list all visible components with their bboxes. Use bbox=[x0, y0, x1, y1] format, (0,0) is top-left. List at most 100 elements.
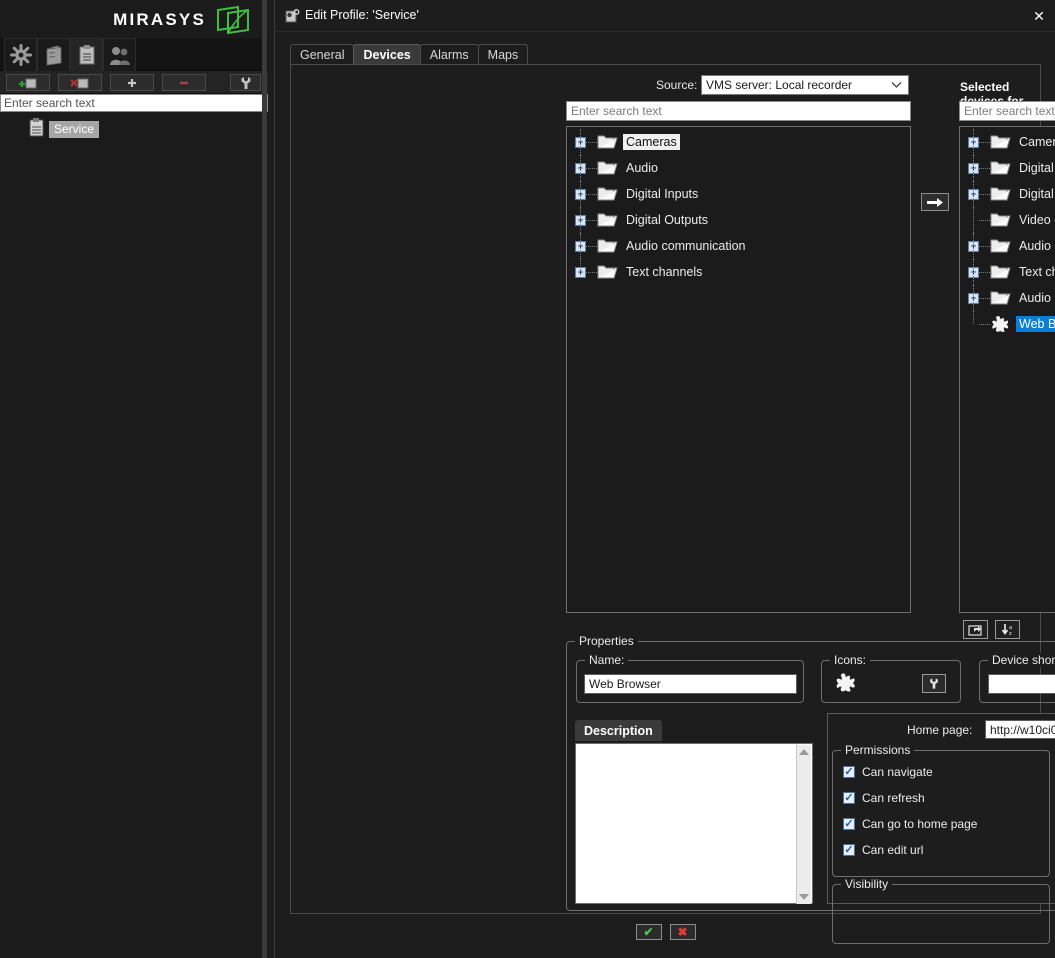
cross-icon: ✖ bbox=[677, 926, 687, 938]
tree-item-label: Cameras bbox=[1016, 134, 1055, 150]
profiles-icon-button[interactable] bbox=[70, 38, 103, 71]
folder-icon bbox=[990, 160, 1012, 176]
source-dropdown[interactable]: VMS server: Local recorder bbox=[701, 75, 909, 95]
minus-button[interactable] bbox=[162, 74, 206, 91]
properties-group: Properties Name: Web Browser Icons: bbox=[566, 641, 1055, 911]
device-shortcut-input[interactable] bbox=[988, 674, 1055, 694]
checkbox-checked-icon[interactable]: ✓ bbox=[843, 792, 855, 804]
tools-button[interactable] bbox=[230, 74, 261, 91]
tree-item-label: Text channels bbox=[623, 264, 705, 280]
tree-item[interactable]: + Audio communication bbox=[960, 285, 1055, 311]
tree-item[interactable]: + Cameras bbox=[567, 129, 910, 155]
tree-item[interactable]: + Digital outputs bbox=[960, 181, 1055, 207]
plus-icon bbox=[123, 77, 141, 89]
tree-item-label: Audio communication bbox=[1016, 290, 1055, 306]
scroll-up-icon[interactable] bbox=[799, 749, 809, 755]
tree-item[interactable]: Video outputs bbox=[960, 207, 1055, 233]
scroll-down-icon[interactable] bbox=[799, 894, 809, 900]
tree-item-label: Cameras bbox=[623, 134, 680, 150]
permission-can-edit-url[interactable]: ✓ Can edit url bbox=[843, 843, 923, 857]
permission-can-go-home[interactable]: ✓ Can go to home page bbox=[843, 817, 977, 831]
available-devices-tree[interactable]: + Cameras + Audio bbox=[566, 126, 911, 613]
add-profile-button[interactable] bbox=[6, 74, 50, 91]
tree-item[interactable]: + Text channels bbox=[960, 259, 1055, 285]
sidebar-search-input[interactable]: Enter search text bbox=[0, 94, 268, 112]
source-label: Source: bbox=[656, 78, 697, 92]
choose-icon-button[interactable] bbox=[922, 674, 946, 693]
tree-item[interactable]: + Audio bbox=[567, 155, 910, 181]
folder-icon bbox=[990, 134, 1012, 150]
sidebar-scrollbar[interactable] bbox=[262, 0, 267, 958]
selected-devices-tree[interactable]: + Cameras + Digital inputs bbox=[959, 126, 1055, 613]
name-group: Name: Web Browser bbox=[576, 660, 804, 703]
icons-group: Icons: bbox=[821, 660, 961, 703]
tree-item[interactable]: + Text channels bbox=[567, 259, 910, 285]
selected-devices-search-input[interactable]: Enter search text bbox=[959, 101, 1055, 121]
puzzle-icon bbox=[834, 672, 858, 696]
checkbox-checked-icon[interactable]: ✓ bbox=[843, 844, 855, 856]
permission-label: Can refresh bbox=[862, 791, 925, 805]
device-shortcut-legend: Device shortcut: bbox=[988, 653, 1055, 667]
dialog-title: Edit Profile: 'Service' bbox=[305, 8, 419, 22]
folder-icon bbox=[597, 186, 619, 202]
permission-can-navigate[interactable]: ✓ Can navigate bbox=[843, 765, 933, 779]
tab-devices[interactable]: Devices bbox=[353, 44, 420, 65]
name-input[interactable]: Web Browser bbox=[584, 674, 797, 694]
permission-label: Can navigate bbox=[862, 765, 933, 779]
delete-profile-icon bbox=[69, 76, 91, 89]
plus-button[interactable] bbox=[110, 74, 154, 91]
tree-item[interactable]: + Cameras bbox=[960, 129, 1055, 155]
folder-icon bbox=[597, 264, 619, 280]
folder-icon bbox=[597, 160, 619, 176]
tree-item-label: Digital outputs bbox=[1016, 186, 1055, 202]
sort-az-button[interactable]: a z bbox=[995, 620, 1020, 639]
brand-bar: MIRASYS bbox=[0, 0, 268, 38]
tree-item-label: Web Browser bbox=[1016, 316, 1055, 332]
tree-item-web-browser[interactable]: Web Browser bbox=[960, 311, 1055, 337]
capture-icon bbox=[968, 623, 983, 636]
tree-item[interactable]: + Digital Outputs bbox=[567, 207, 910, 233]
sub-toolbar bbox=[0, 71, 268, 94]
tree-item-label: Audio communication bbox=[623, 238, 749, 254]
main-toolbar bbox=[0, 38, 268, 71]
edit-profile-dialog: Edit Profile: 'Service' ✕ General Device… bbox=[274, 0, 1055, 958]
folder-icon bbox=[597, 212, 619, 228]
description-scrollbar[interactable] bbox=[796, 745, 811, 904]
settings-icon-button[interactable] bbox=[4, 38, 37, 71]
users-icon-button[interactable] bbox=[103, 38, 136, 71]
home-page-label: Home page: bbox=[907, 723, 972, 737]
ok-button[interactable]: ✔ bbox=[636, 924, 662, 940]
available-devices-search-input[interactable]: Enter search text bbox=[566, 101, 911, 121]
tree-item[interactable]: + Digital inputs bbox=[960, 155, 1055, 181]
checkbox-checked-icon[interactable]: ✓ bbox=[843, 766, 855, 778]
cancel-button[interactable]: ✖ bbox=[670, 924, 696, 940]
tree-item[interactable]: + Audio channels bbox=[960, 233, 1055, 259]
description-textarea[interactable] bbox=[575, 743, 813, 904]
tab-description[interactable]: Description bbox=[575, 720, 662, 741]
tree-item-label: Digital Inputs bbox=[623, 186, 701, 202]
close-icon[interactable]: ✕ bbox=[1030, 7, 1048, 25]
move-to-selected-button[interactable] bbox=[921, 193, 949, 211]
minus-icon bbox=[175, 77, 193, 89]
tab-alarms[interactable]: Alarms bbox=[420, 44, 479, 65]
home-page-input[interactable]: http://w10ci02/ccnet/ViewFarmReport.aspx bbox=[985, 720, 1055, 739]
profile-settings-icon bbox=[285, 9, 300, 27]
permissions-legend: Permissions bbox=[841, 743, 914, 757]
server-icon-button[interactable] bbox=[37, 38, 70, 71]
permission-can-refresh[interactable]: ✓ Can refresh bbox=[843, 791, 925, 805]
capture-icon-button[interactable] bbox=[963, 620, 988, 639]
folder-icon bbox=[990, 186, 1012, 202]
folder-icon bbox=[990, 264, 1012, 280]
tab-general[interactable]: General bbox=[290, 44, 354, 65]
check-icon: ✔ bbox=[643, 926, 653, 938]
list-item-service[interactable]: Service bbox=[28, 118, 99, 140]
tree-item[interactable]: + Audio communication bbox=[567, 233, 910, 259]
tree-item-label: Video outputs bbox=[1016, 212, 1055, 228]
tab-maps[interactable]: Maps bbox=[478, 44, 529, 65]
delete-profile-button[interactable] bbox=[58, 74, 102, 91]
permission-label: Can go to home page bbox=[862, 817, 977, 831]
puzzle-icon bbox=[990, 315, 1012, 333]
tree-item[interactable]: + Digital Inputs bbox=[567, 181, 910, 207]
screen-root: MIRASYS bbox=[0, 0, 1055, 958]
checkbox-checked-icon[interactable]: ✓ bbox=[843, 818, 855, 830]
